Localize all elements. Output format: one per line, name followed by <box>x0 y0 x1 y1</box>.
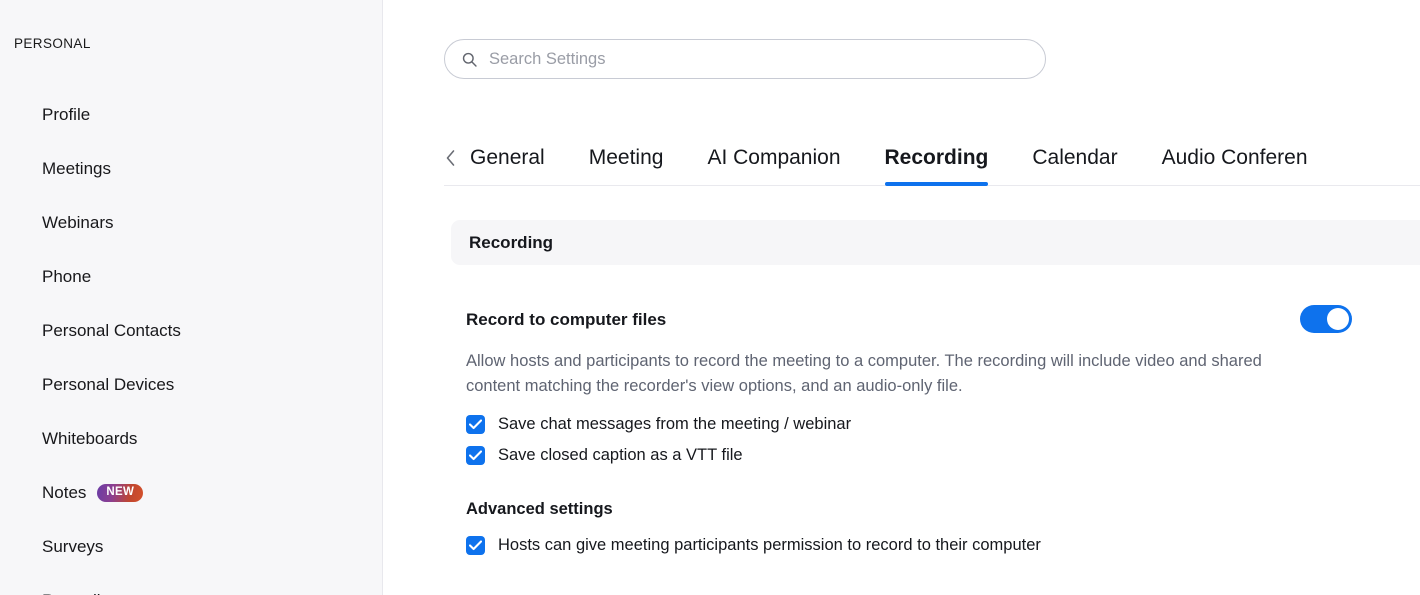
save-chat-messages-checkbox[interactable] <box>466 415 485 434</box>
sidebar-item-phone[interactable]: Phone <box>0 250 382 304</box>
tabs-scroll-left-button[interactable] <box>444 130 470 186</box>
sidebar-item-recordings[interactable]: Recordings <box>0 574 382 595</box>
setting-header-row: Record to computer files <box>466 305 1420 332</box>
sidebar-item-label: Recordings <box>42 590 128 595</box>
sidebar-item-label: Profile <box>42 104 90 126</box>
sidebar-item-profile[interactable]: Profile <box>0 88 382 142</box>
search-box[interactable] <box>444 39 1046 79</box>
checkbox-label: Hosts can give meeting participants perm… <box>498 534 1041 556</box>
tab-label: Calendar <box>1032 145 1117 171</box>
tab-general[interactable]: General <box>470 130 545 186</box>
sidebar-item-label: Surveys <box>42 536 103 558</box>
settings-tabs: General Meeting AI Companion Recording C… <box>444 130 1420 186</box>
sidebar-item-label: Personal Contacts <box>42 320 181 342</box>
checkbox-row-save-chat: Save chat messages from the meeting / we… <box>466 413 1420 435</box>
setting-description: Allow hosts and participants to record t… <box>466 349 1266 399</box>
tab-recording[interactable]: Recording <box>885 130 989 186</box>
sidebar-item-label: Phone <box>42 266 91 288</box>
search-settings <box>444 39 1046 79</box>
advanced-settings-title: Advanced settings <box>466 498 1420 520</box>
tab-audio-conferencing[interactable]: Audio Conferen <box>1162 130 1308 186</box>
checkbox-row-save-vtt: Save closed caption as a VTT file <box>466 444 1420 466</box>
sidebar-item-label: Personal Devices <box>42 374 174 396</box>
sidebar-item-notes[interactable]: Notes NEW <box>0 466 382 520</box>
sidebar-item-label: Meetings <box>42 158 111 180</box>
settings-page: PERSONAL Profile Meetings Webinars Phone… <box>0 0 1420 595</box>
sidebar-item-label: Webinars <box>42 212 114 234</box>
sidebar-item-surveys[interactable]: Surveys <box>0 520 382 574</box>
chevron-left-icon <box>444 148 457 168</box>
setting-title: Record to computer files <box>466 305 666 332</box>
check-icon <box>469 450 482 461</box>
search-icon <box>461 51 478 68</box>
save-closed-caption-vtt-checkbox[interactable] <box>466 446 485 465</box>
hosts-give-permission-checkbox[interactable] <box>466 536 485 555</box>
sidebar-item-webinars[interactable]: Webinars <box>0 196 382 250</box>
sidebar-item-label: Notes <box>42 482 86 504</box>
sidebar-item-personal-contacts[interactable]: Personal Contacts <box>0 304 382 358</box>
sidebar-section-label: PERSONAL <box>14 35 91 53</box>
sidebar-nav-list: Profile Meetings Webinars Phone Personal… <box>0 88 382 595</box>
tab-label: Audio Conferen <box>1162 145 1308 171</box>
sidebar-item-whiteboards[interactable]: Whiteboards <box>0 412 382 466</box>
record-to-computer-files-toggle[interactable] <box>1300 305 1352 333</box>
check-icon <box>469 540 482 551</box>
setting-record-to-computer-files: Record to computer files Allow hosts and… <box>466 305 1420 556</box>
checkbox-label: Save closed caption as a VTT file <box>498 444 743 466</box>
tab-meeting[interactable]: Meeting <box>589 130 664 186</box>
sidebar: PERSONAL Profile Meetings Webinars Phone… <box>0 0 383 595</box>
tab-label: Recording <box>885 145 989 171</box>
search-input[interactable] <box>489 49 1029 69</box>
section-title: Recording <box>469 232 553 254</box>
sidebar-item-personal-devices[interactable]: Personal Devices <box>0 358 382 412</box>
sidebar-item-meetings[interactable]: Meetings <box>0 142 382 196</box>
tab-ai-companion[interactable]: AI Companion <box>707 130 840 186</box>
checkbox-row-hosts-permission: Hosts can give meeting participants perm… <box>466 534 1420 556</box>
tab-label: General <box>470 145 545 171</box>
sidebar-item-label: Whiteboards <box>42 428 137 450</box>
tab-calendar[interactable]: Calendar <box>1032 130 1117 186</box>
tab-label: Meeting <box>589 145 664 171</box>
tab-label: AI Companion <box>707 145 840 171</box>
checkbox-label: Save chat messages from the meeting / we… <box>498 413 851 435</box>
section-header-recording: Recording <box>451 220 1420 265</box>
toggle-knob <box>1327 308 1349 330</box>
check-icon <box>469 419 482 430</box>
new-badge: NEW <box>97 484 143 502</box>
